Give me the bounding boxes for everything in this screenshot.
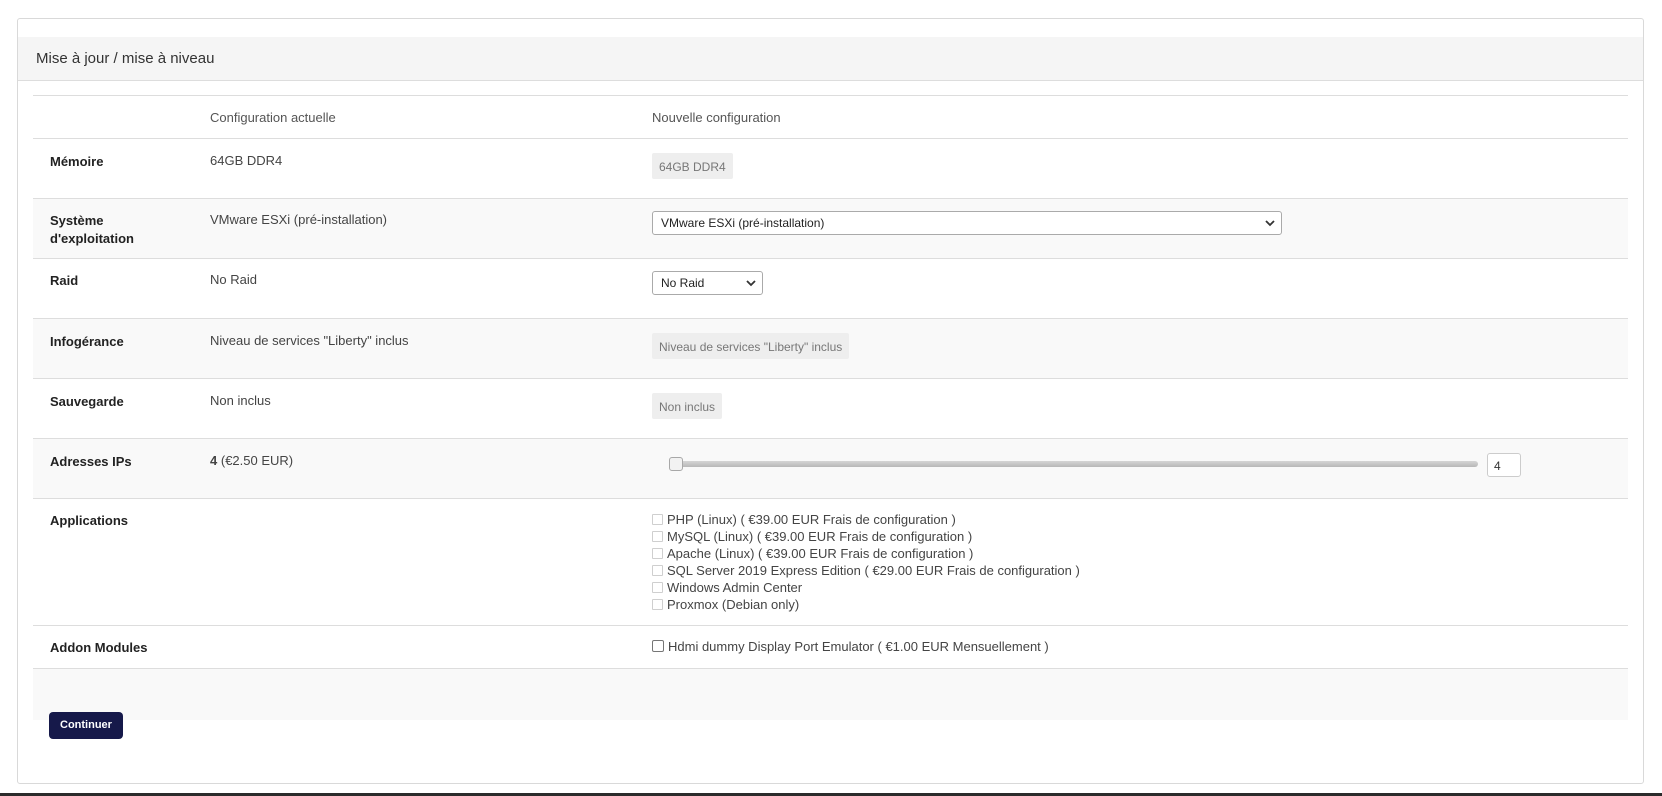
panel-title: Mise à jour / mise à niveau [36, 50, 215, 67]
raid-select[interactable]: No Raid [652, 271, 763, 295]
app-option-mysql[interactable]: MySQL (Linux) ( €39.00 EUR Frais de conf… [652, 528, 972, 545]
current-value: Non inclus [210, 393, 271, 408]
chevron-down-icon [1265, 216, 1275, 230]
current-value: 64GB DDR4 [210, 153, 283, 168]
readonly-box: 64GB DDR4 [652, 153, 733, 179]
ip-slider-handle[interactable] [669, 457, 683, 471]
new-value-readonly: Niveau de services "Liberty" inclus [652, 333, 850, 359]
readonly-box: Niveau de services "Liberty" inclus [652, 333, 850, 359]
readonly-box: Non inclus [652, 393, 723, 419]
app-option-sqlserver[interactable]: SQL Server 2019 Express Edition ( €29.00… [652, 562, 1080, 579]
table-row-os: Système d'exploitation VMware ESXi (pré-… [33, 198, 1628, 258]
checkbox[interactable] [652, 640, 664, 652]
checkbox[interactable] [652, 582, 663, 593]
app-option-windows-admin[interactable]: Windows Admin Center [652, 579, 802, 596]
raid-select-value: No Raid [661, 276, 705, 290]
header-new-config: Nouvelle configuration [652, 110, 781, 125]
row-label: Applications [50, 513, 129, 528]
chevron-down-icon [746, 276, 756, 290]
checkbox[interactable] [652, 565, 663, 576]
checkbox[interactable] [652, 599, 663, 610]
panel-heading: Mise à jour / mise à niveau [18, 37, 1643, 81]
row-label: Mémoire [50, 154, 104, 169]
row-label: Addon Modules [50, 640, 148, 655]
row-label: Infogérance [50, 334, 124, 349]
current-value: No Raid [210, 272, 257, 287]
table-row-memory: Mémoire 64GB DDR4 64GB DDR4 [33, 138, 1628, 198]
current-value: 4 (€2.50 EUR) [210, 453, 293, 468]
option-label: Proxmox (Debian only) [667, 597, 800, 612]
table-row-ips: Adresses IPs 4 (€2.50 EUR) 4 [33, 438, 1628, 498]
row-label: Sauvegarde [50, 394, 124, 409]
ip-quantity-input[interactable]: 4 [1487, 453, 1521, 477]
app-option-apache[interactable]: Apache (Linux) ( €39.00 EUR Frais de con… [652, 545, 973, 562]
option-label: MySQL (Linux) ( €39.00 EUR Frais de conf… [667, 529, 973, 544]
table-row-addons: Addon Modules Hdmi dummy Display Port Em… [33, 625, 1628, 668]
current-value: VMware ESXi (pré-installation) [210, 212, 388, 227]
checkbox[interactable] [652, 531, 663, 542]
header-current-config: Configuration actuelle [210, 110, 336, 125]
ip-price: (€2.50 EUR) [220, 453, 294, 468]
table-row-managed: Infogérance Niveau de services "Liberty"… [33, 318, 1628, 378]
os-select[interactable]: VMware ESXi (pré-installation) [652, 211, 1282, 235]
table-row-raid: Raid No Raid No Raid [33, 258, 1628, 318]
current-value: Niveau de services "Liberty" inclus [210, 333, 409, 348]
row-label: Raid [50, 273, 79, 288]
option-label: SQL Server 2019 Express Edition ( €29.00… [667, 563, 1080, 578]
option-label: Hdmi dummy Display Port Emulator ( €1.00… [668, 639, 1049, 654]
app-option-proxmox[interactable]: Proxmox (Debian only) [652, 596, 799, 613]
table-header-row: Configuration actuelle Nouvelle configur… [33, 95, 1628, 138]
option-label: PHP (Linux) ( €39.00 EUR Frais de config… [667, 512, 956, 527]
table-row-applications: Applications PHP (Linux) ( €39.00 EUR Fr… [33, 498, 1628, 625]
ip-quantity: 4 [210, 453, 218, 468]
ip-slider-track[interactable] [673, 461, 1478, 467]
action-row [33, 668, 1628, 720]
os-select-value: VMware ESXi (pré-installation) [661, 216, 825, 230]
option-label: Apache (Linux) ( €39.00 EUR Frais de con… [667, 546, 974, 561]
row-label: Adresses IPs [50, 454, 132, 469]
option-label: Windows Admin Center [667, 580, 803, 595]
app-option-php[interactable]: PHP (Linux) ( €39.00 EUR Frais de config… [652, 511, 956, 528]
continue-button[interactable]: Continuer [49, 712, 123, 739]
new-value-readonly: 64GB DDR4 [652, 153, 733, 179]
table-row-backup: Sauvegarde Non inclus Non inclus [33, 378, 1628, 438]
row-label: Système d'exploitation [50, 213, 134, 246]
addon-option-hdmi[interactable]: Hdmi dummy Display Port Emulator ( €1.00… [652, 638, 1049, 655]
checkbox[interactable] [652, 548, 663, 559]
checkbox[interactable] [652, 514, 663, 525]
upgrade-panel: Mise à jour / mise à niveau Configuratio… [17, 18, 1644, 784]
new-value-readonly: Non inclus [652, 393, 723, 419]
